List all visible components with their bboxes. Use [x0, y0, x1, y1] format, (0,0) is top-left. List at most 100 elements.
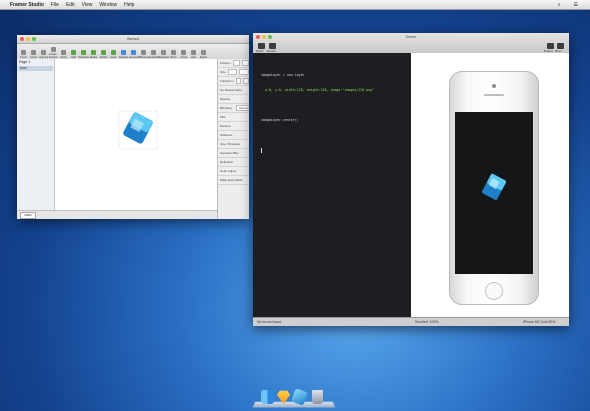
menu-help[interactable]: Help [124, 2, 134, 8]
toolbar-button-difference[interactable]: Difference [138, 50, 149, 59]
create-symbol-icon [51, 47, 56, 52]
close-button[interactable] [256, 35, 260, 39]
inspector-row-gaussian-blur[interactable]: Gaussian Blur [218, 149, 249, 158]
zoom-field[interactable]: 100% [20, 212, 36, 219]
inspector-field[interactable] [235, 78, 242, 84]
minimize-button[interactable] [262, 35, 266, 39]
code-content[interactable]: imageLayer = new Layer x:0, y:0, width:1… [261, 63, 374, 163]
inspector-field[interactable] [243, 78, 249, 84]
inspector-label: Size [220, 70, 226, 74]
sketch-import-icon[interactable] [258, 43, 265, 49]
inspector-row-opacity[interactable]: Opacity [218, 95, 249, 104]
code-line: imageLayer = new Layer [261, 73, 305, 77]
sketch-status-bar: 100% [17, 210, 217, 219]
toolbar-button-group[interactable]: Group [29, 50, 38, 59]
zoom-button[interactable] [268, 35, 272, 39]
group-icon [31, 50, 36, 55]
inspector-row-transform[interactable]: Transform [218, 77, 249, 86]
layers-panel: Page 1 Icon [17, 59, 55, 211]
inspector-label: Reflection [220, 160, 234, 164]
editor-status: No errors found [257, 320, 282, 324]
spotlight-icon[interactable]: ⌕ [558, 2, 561, 8]
toolbar-button-rotate[interactable]: Rotate [89, 50, 98, 59]
framer-window: Demo Sketch Devices Present Mirror image… [253, 33, 569, 326]
toolbar-button-backward[interactable]: Backward [158, 50, 169, 59]
inspector-row-fills[interactable]: Fills [218, 113, 249, 122]
blending-select[interactable]: Normal [235, 105, 249, 111]
toolbar-button-transform[interactable]: Transform [78, 50, 89, 59]
trash-icon[interactable] [312, 390, 323, 404]
inspector-row-borders[interactable]: Borders [218, 122, 249, 131]
toolbar-button-view[interactable]: View [189, 50, 198, 59]
export-icon [201, 50, 206, 55]
inspector-row-no-shared-style[interactable]: No Shared Style [218, 86, 249, 95]
menu-bar: Framer Studio File Edit View Window Help… [0, 0, 590, 10]
toolbar-button-insert[interactable]: Insert [19, 50, 28, 59]
inspector-row-shadows[interactable]: Shadows [218, 131, 249, 140]
inspector-row-position[interactable]: Position [218, 59, 249, 68]
toolbar-button-intersect[interactable]: Intersect [129, 50, 138, 59]
toolbar-button-zoom[interactable]: Zoom [59, 50, 68, 59]
preview-scroll-status: Scrolled: 100% [415, 320, 439, 324]
mirror-icon[interactable] [557, 43, 564, 49]
toolbar-button-edit[interactable]: Edit [69, 50, 78, 59]
inspector-field[interactable] [239, 69, 249, 75]
inspector-row-color-adjust[interactable]: Color Adjust [218, 167, 249, 176]
minimize-button[interactable] [26, 37, 30, 41]
menu-edit[interactable]: Edit [66, 2, 75, 8]
union-icon [111, 50, 116, 55]
inspector-field[interactable] [227, 69, 238, 75]
toolbar-button-union[interactable]: Union [109, 50, 118, 59]
sketch-toolbar: Insert Group Ungroup Create Symbol Zoom Edit T… [17, 44, 249, 60]
cloud-icon [181, 50, 186, 55]
toolbar-button-export[interactable]: Export [199, 50, 208, 59]
dock [252, 386, 336, 408]
menu-file[interactable]: File [51, 2, 59, 8]
menu-window[interactable]: Window [99, 2, 117, 8]
intersect-icon [131, 50, 136, 55]
close-button[interactable] [20, 37, 24, 41]
inspector-field[interactable] [241, 60, 249, 66]
zoom-button[interactable] [32, 37, 36, 41]
device-preview[interactable] [411, 53, 569, 318]
finder-icon[interactable] [261, 390, 274, 404]
app-icon-artwork[interactable] [113, 105, 163, 155]
code-editor[interactable]: imageLayer = new Layer x:0, y:0, width:1… [253, 53, 411, 318]
toolbar-button-subtract[interactable]: Subtract [119, 50, 128, 59]
camera-icon [492, 84, 496, 88]
toolbar-button-cloud[interactable]: Cloud [179, 50, 188, 59]
rotate-icon [91, 50, 96, 55]
inspector-row-blending[interactable]: Blending Normal [218, 104, 249, 113]
app-menu[interactable]: Framer Studio [10, 2, 44, 8]
devices-icon[interactable] [269, 43, 276, 49]
phone-screen[interactable] [455, 112, 533, 274]
speaker-grille [484, 94, 504, 96]
device-selector[interactable]: iPhone 5S Gold 50% [523, 320, 556, 324]
ungroup-icon [41, 50, 46, 55]
inspector-row-size[interactable]: Size [218, 68, 249, 77]
toolbar-button-forward[interactable]: Forward [149, 50, 158, 59]
present-icon[interactable] [547, 43, 554, 49]
toolbar-button-ungroup[interactable]: Ungroup [39, 50, 48, 59]
inspector-label: Blending [220, 106, 232, 110]
text-cursor [261, 148, 262, 153]
inspector-row-reflection[interactable]: Reflection [218, 158, 249, 167]
menu-view[interactable]: View [82, 2, 93, 8]
inspector-label: Opacity [220, 97, 231, 101]
toolbar-button-mirror[interactable]: Mirror [169, 50, 178, 59]
sketch-canvas[interactable] [55, 59, 217, 211]
toolbar-button-flatten[interactable]: Flatten [99, 50, 108, 59]
notification-center-icon[interactable]: ☰ [574, 2, 578, 8]
app-icon-layer[interactable] [479, 171, 509, 205]
inspector-label: Make Exportable [220, 178, 243, 182]
home-button[interactable] [485, 282, 503, 300]
inspector-row-make-exportable[interactable]: Make Exportable [218, 176, 249, 185]
toolbar-button-create-symbol[interactable]: Create Symbol [49, 47, 58, 59]
layer-item[interactable]: Icon [18, 66, 53, 71]
inspector-field[interactable] [232, 60, 240, 66]
backward-icon [161, 50, 166, 55]
inspector-row-inner-shadows[interactable]: Inner Shadows [218, 140, 249, 149]
page-name[interactable]: Page 1 [17, 59, 54, 65]
sketch-titlebar: Sketch [17, 35, 249, 44]
inspector-panel: Position Size Transform No Shared Style Opac… [217, 59, 249, 219]
